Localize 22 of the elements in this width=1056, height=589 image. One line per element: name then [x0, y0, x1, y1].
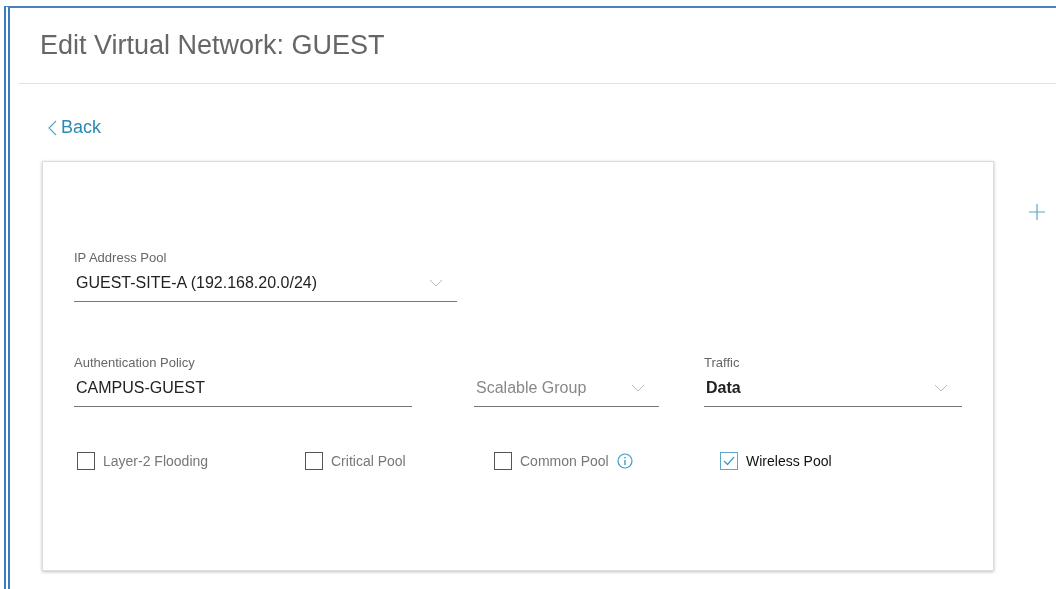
field-label: IP Address Pool — [74, 250, 168, 265]
back-link[interactable]: Back — [48, 117, 102, 138]
checkbox-label: Wireless Pool — [746, 453, 832, 469]
chevron-down-icon — [934, 384, 948, 392]
checkbox-label: Critical Pool — [331, 453, 406, 469]
info-icon[interactable] — [616, 453, 633, 469]
page-title: Edit Virtual Network: GUEST — [40, 30, 385, 61]
field-label: Authentication Policy — [74, 355, 196, 370]
checkbox[interactable] — [720, 452, 738, 470]
chevron-down-icon — [631, 384, 645, 392]
checkbox[interactable] — [494, 452, 512, 470]
ip-pool-dropdown[interactable]: GUEST-SITE-A (192.168.20.0/24) — [74, 273, 457, 302]
authentication-policy-field[interactable]: CAMPUS-GUEST — [74, 378, 412, 407]
checkbox-label: Layer-2 Flooding — [103, 453, 209, 469]
checkbox-label: Common Pool — [520, 453, 609, 469]
checkbox[interactable] — [305, 452, 323, 470]
field-label: Traffic — [704, 355, 741, 370]
traffic-dropdown[interactable]: Data — [704, 378, 962, 407]
checkbox[interactable] — [77, 452, 95, 470]
chevron-left-icon — [48, 119, 57, 136]
scalable-group-dropdown[interactable]: Scalable Group — [474, 378, 659, 407]
chevron-down-icon — [429, 279, 443, 287]
